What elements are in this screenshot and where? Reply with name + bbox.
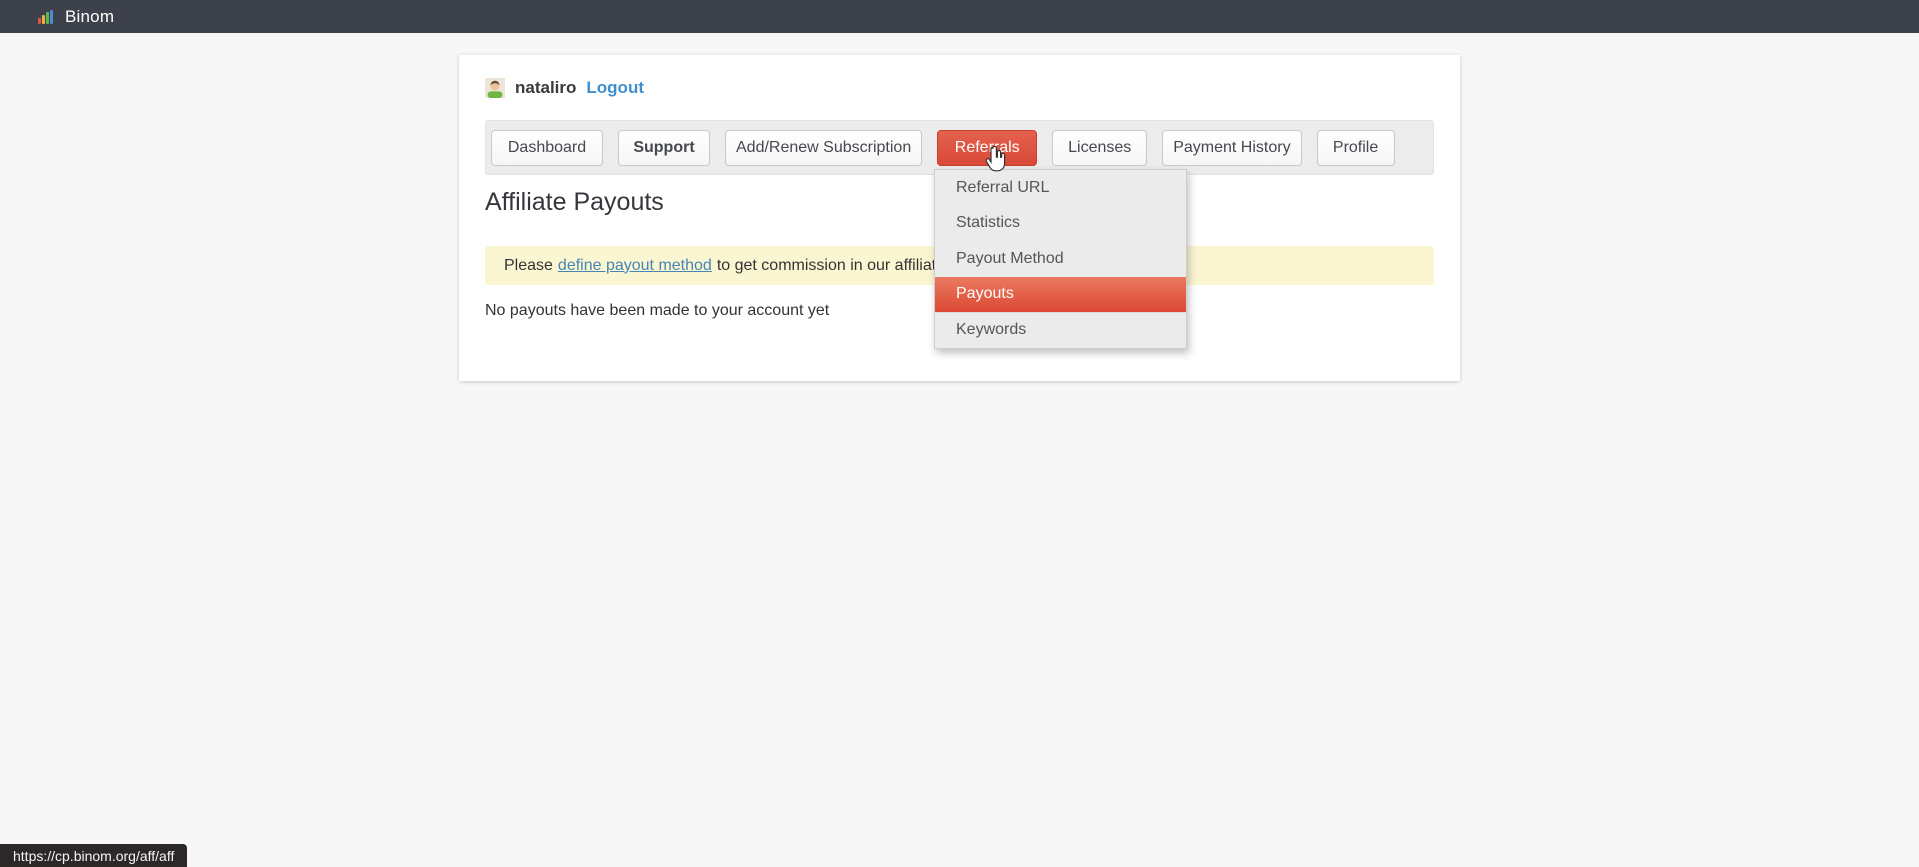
username: nataliro bbox=[515, 78, 576, 98]
menu-item-keywords[interactable]: Keywords bbox=[935, 312, 1186, 348]
main-nav: Dashboard Support Add/Renew Subscription… bbox=[485, 120, 1434, 175]
topbar: Binom bbox=[0, 0, 1919, 33]
define-payout-method-link[interactable]: define payout method bbox=[558, 257, 712, 275]
link-preview-tooltip: https://cp.binom.org/aff/aff bbox=[0, 844, 187, 867]
no-payouts-message: No payouts have been made to your accoun… bbox=[485, 302, 829, 320]
user-avatar-icon bbox=[485, 78, 505, 98]
nav-tab-dashboard[interactable]: Dashboard bbox=[491, 130, 603, 166]
user-row: nataliro Logout bbox=[485, 77, 644, 99]
nav-tab-payment-history[interactable]: Payment History bbox=[1162, 130, 1301, 166]
referrals-dropdown-menu: Referral URL Statistics Payout Method Pa… bbox=[934, 169, 1187, 349]
link-preview-url: https://cp.binom.org/aff/aff bbox=[13, 848, 174, 864]
nav-tab-support[interactable]: Support bbox=[618, 130, 710, 166]
menu-item-payouts[interactable]: Payouts bbox=[935, 277, 1186, 313]
bar-chart-logo-icon bbox=[38, 10, 53, 24]
hand-cursor-icon bbox=[983, 146, 1009, 176]
menu-item-statistics[interactable]: Statistics bbox=[935, 206, 1186, 242]
menu-item-payout-method[interactable]: Payout Method bbox=[935, 241, 1186, 277]
notice-prefix: Please bbox=[504, 257, 553, 275]
nav-tab-add-renew-subscription[interactable]: Add/Renew Subscription bbox=[725, 130, 922, 166]
brand-name: Binom bbox=[65, 7, 114, 27]
binom-logo[interactable]: Binom bbox=[38, 7, 114, 27]
page-title: Affiliate Payouts bbox=[485, 188, 664, 217]
nav-tab-licenses[interactable]: Licenses bbox=[1052, 130, 1147, 166]
nav-tab-profile[interactable]: Profile bbox=[1317, 130, 1395, 166]
menu-item-referral-url[interactable]: Referral URL bbox=[935, 170, 1186, 206]
logout-link[interactable]: Logout bbox=[586, 78, 644, 98]
